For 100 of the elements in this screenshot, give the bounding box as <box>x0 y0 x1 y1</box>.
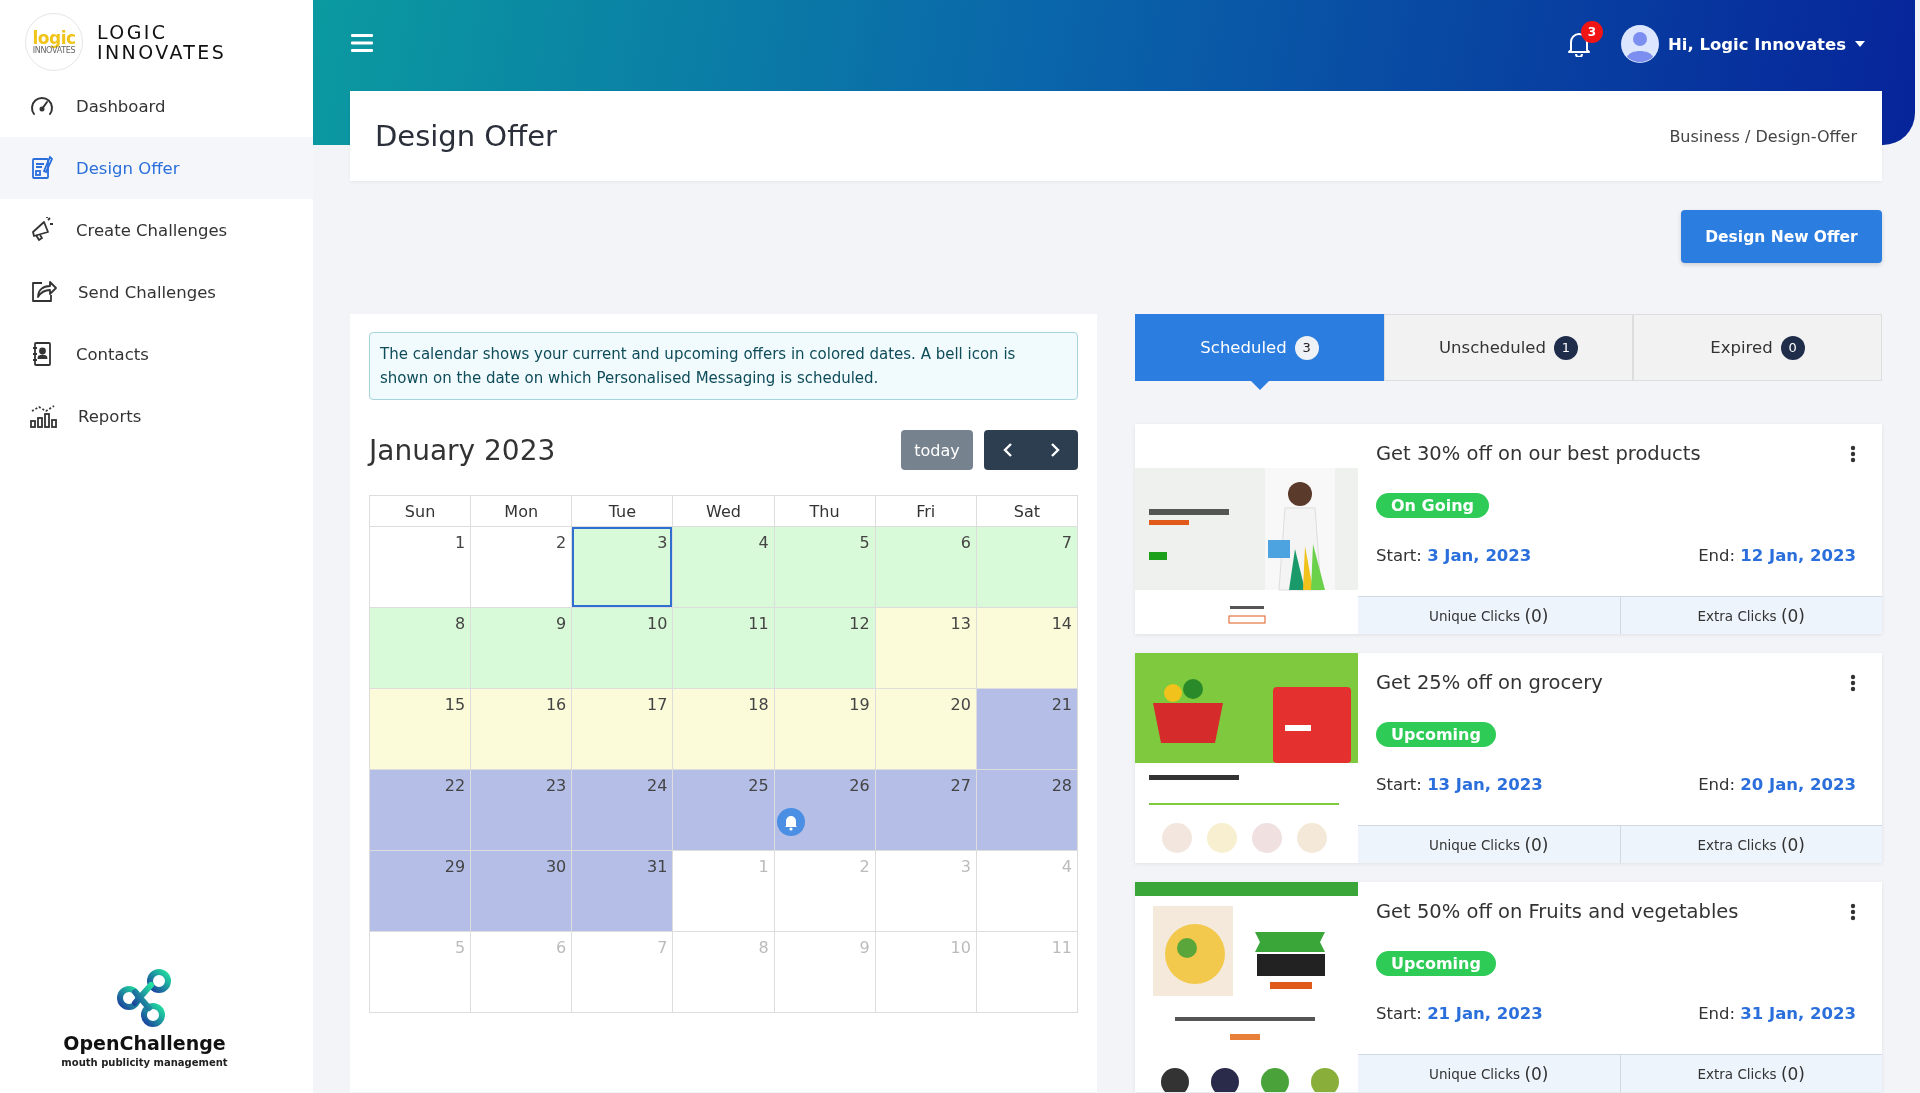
calendar-day[interactable]: 14 <box>976 608 1078 689</box>
count-badge: 1 <box>1553 335 1578 360</box>
offer-title: Get 25% off on grocery <box>1376 671 1603 694</box>
day-number: 3 <box>657 533 668 552</box>
calendar-day[interactable]: 13 <box>875 608 977 689</box>
calendar-day[interactable]: 6 <box>875 527 977 608</box>
company-name: LOGIC <box>97 22 169 42</box>
day-number: 9 <box>859 938 870 957</box>
calendar-day[interactable]: 8 <box>370 608 472 689</box>
sidebar-item[interactable]: Reports <box>0 385 313 447</box>
status-badge: On Going <box>1376 493 1489 518</box>
company-name: INNOVATES <box>97 42 227 62</box>
calendar-day[interactable]: 15 <box>370 689 472 770</box>
calendar-day[interactable]: 18 <box>673 689 775 770</box>
unique-clicks: Unique Clicks (0) <box>1428 1062 1550 1086</box>
design-new-offer-button[interactable]: Design New Offer <box>1681 210 1882 263</box>
calendar-day[interactable]: 10 <box>572 608 674 689</box>
calendar-day[interactable]: 3 <box>572 527 674 608</box>
day-number: 17 <box>647 695 668 714</box>
day-number: 30 <box>545 857 567 876</box>
extra-clicks: Extra Clicks (0) <box>1619 1055 1882 1092</box>
calendar-day[interactable]: 26 <box>774 770 876 851</box>
start-date: Start: 21 Jan, 2023 <box>1376 1004 1543 1023</box>
sidebar-item[interactable]: Send Challenges <box>0 261 313 323</box>
calendar-day[interactable]: 9 <box>471 608 573 689</box>
more-options-icon[interactable] <box>1850 444 1856 463</box>
day-number: 5 <box>859 533 870 552</box>
day-number: 16 <box>545 695 567 714</box>
status-badge: Upcoming <box>1376 722 1496 747</box>
avatar-icon <box>1620 25 1659 63</box>
end-date: End: 12 Jan, 2023 <box>1698 546 1856 565</box>
user-menu[interactable]: Hi, Logic Innovates <box>1620 25 1865 63</box>
start-date: Start: 3 Jan, 2023 <box>1376 546 1532 565</box>
calendar-day[interactable]: 28 <box>976 770 1078 851</box>
day-number: 6 <box>960 533 971 552</box>
calendar-day[interactable]: 5 <box>774 527 876 608</box>
calendar-day[interactable]: 20 <box>875 689 977 770</box>
day-number: 11 <box>748 614 769 633</box>
sidebar-item[interactable]: Dashboard <box>0 75 313 137</box>
count-badge: 0 <box>1780 335 1805 360</box>
end-date: End: 31 Jan, 2023 <box>1698 1004 1856 1023</box>
calendar-day[interactable]: 31 <box>572 851 674 932</box>
calendar-day[interactable]: 16 <box>471 689 573 770</box>
count-badge: 3 <box>1294 335 1319 360</box>
day-number: 23 <box>545 776 567 795</box>
calendar-day[interactable]: 12 <box>774 608 876 689</box>
more-options-icon[interactable] <box>1850 902 1856 921</box>
offer-title: Get 50% off on Fruits and vegetables <box>1376 900 1739 923</box>
day-number: 28 <box>1051 776 1072 795</box>
extra-clicks: Extra Clicks (0) <box>1619 597 1882 634</box>
calendar-day[interactable]: 17 <box>572 689 674 770</box>
calendar-day[interactable]: 11 <box>673 608 775 689</box>
sidebar-item[interactable]: Create Challenges <box>0 199 313 261</box>
day-number: 9 <box>556 614 567 633</box>
calendar-day[interactable]: 24 <box>572 770 674 851</box>
day-number: 13 <box>950 614 971 633</box>
day-number: 2 <box>859 857 870 876</box>
unique-clicks: Unique Clicks (0) <box>1428 604 1550 628</box>
calendar-day[interactable]: 19 <box>774 689 876 770</box>
tab[interactable]: Expired 0 <box>1633 314 1882 381</box>
notification-badge: 3 <box>1580 21 1603 43</box>
offer-title: Get 30% off on our best products <box>1376 442 1701 465</box>
day-number: 27 <box>950 776 971 795</box>
calendar-day[interactable]: 25 <box>673 770 775 851</box>
calendar-day[interactable]: 30 <box>471 851 573 932</box>
day-number: 10 <box>950 938 971 957</box>
day-number: 5 <box>454 938 466 957</box>
more-options-icon[interactable] <box>1850 673 1856 692</box>
pointer-icon <box>1249 380 1270 390</box>
day-number: 26 <box>849 776 870 795</box>
today-button[interactable]: today <box>901 430 973 470</box>
bar-chart-icon <box>28 402 58 430</box>
sidebar-item[interactable]: Design Offer <box>0 137 313 199</box>
info-message: The calendar shows your current and upcoming offers in colored dates. A bell icon is shown on the date on which Personalised Messaging is scheduled. <box>369 332 1078 400</box>
day-number: 6 <box>556 938 567 957</box>
sidebar-item[interactable]: Contacts <box>0 323 313 385</box>
day-number: 4 <box>1061 857 1072 876</box>
calendar-day[interactable]: 4 <box>673 527 775 608</box>
menu-icon[interactable] <box>351 34 373 52</box>
brand-tagline: mouth publicity management <box>61 1057 228 1068</box>
calendar-day[interactable]: 2 <box>471 527 573 608</box>
day-number: 21 <box>1051 695 1072 714</box>
day-number: 1 <box>758 857 769 876</box>
calendar-day[interactable]: 29 <box>370 851 472 932</box>
status-badge: Upcoming <box>1376 951 1496 976</box>
day-number: 14 <box>1051 614 1072 633</box>
calendar-day[interactable]: 1 <box>370 527 472 608</box>
chevron-right-icon <box>1049 442 1060 458</box>
calendar-day[interactable]: 7 <box>976 527 1078 608</box>
calendar-day[interactable]: 27 <box>875 770 977 851</box>
calendar-day[interactable]: 21 <box>976 689 1078 770</box>
tab[interactable]: Unscheduled 1 <box>1384 314 1633 381</box>
calendar-month-title: January 2023 <box>369 433 556 467</box>
day-number: 25 <box>748 776 769 795</box>
end-date: End: 20 Jan, 2023 <box>1698 775 1856 794</box>
extra-clicks: Extra Clicks (0) <box>1619 826 1882 863</box>
calendar-day[interactable]: 22 <box>370 770 472 851</box>
start-date: Start: 13 Jan, 2023 <box>1376 775 1543 794</box>
calendar-day[interactable]: 23 <box>471 770 573 851</box>
brand-name: OpenChallenge <box>63 1032 226 1054</box>
